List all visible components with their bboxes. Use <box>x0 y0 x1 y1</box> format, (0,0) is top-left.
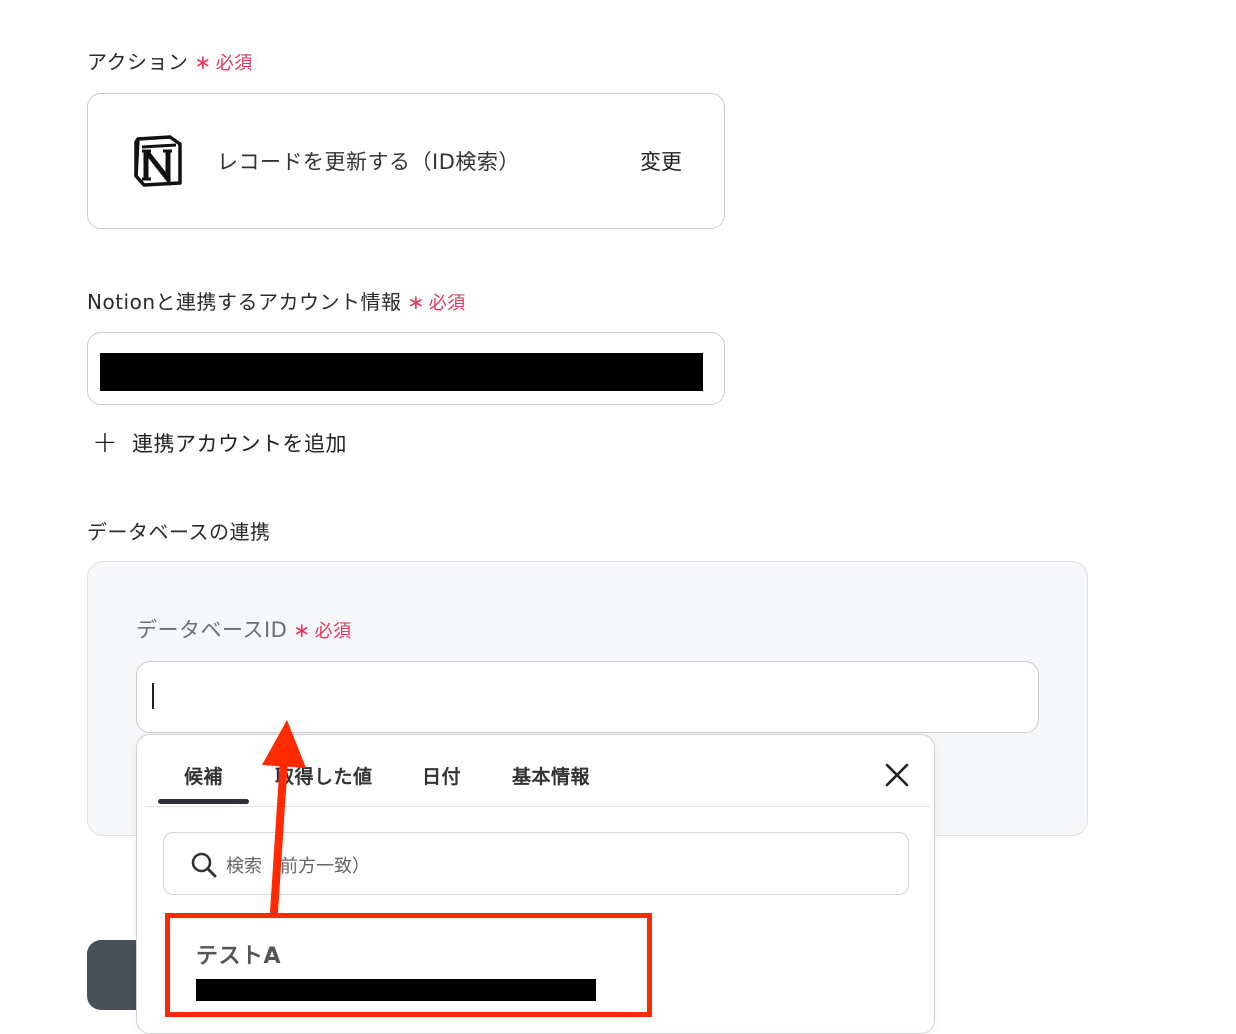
tab-date[interactable]: 日付 <box>422 762 461 789</box>
add-account-label: 連携アカウントを追加 <box>132 432 347 456</box>
add-account-button[interactable]: + 連携アカウントを追加 <box>90 426 347 460</box>
required-badge: ∗ 必須 <box>194 50 253 74</box>
change-action-button[interactable]: 変更 <box>640 146 682 176</box>
required-badge: ∗ 必須 <box>407 290 466 314</box>
tab-basic-info[interactable]: 基本情報 <box>512 762 590 789</box>
notion-logo-icon <box>134 135 182 187</box>
result-title: テストA <box>196 944 282 969</box>
tab-candidates[interactable]: 候補 <box>184 762 223 789</box>
action-label: アクション <box>87 50 189 74</box>
database-id-input[interactable] <box>136 661 1039 733</box>
tab-fetched-values[interactable]: 取得した値 <box>275 762 373 789</box>
account-label-row: Notionと連携するアカウント情報 ∗ 必須 <box>87 286 466 315</box>
redacted-account-value <box>100 353 703 391</box>
database-id-label: データベースID <box>136 618 288 642</box>
redacted-result-id <box>196 979 596 1001</box>
required-badge: ∗ 必須 <box>293 618 352 642</box>
database-id-label-row: データベースID ∗ 必須 <box>136 614 352 644</box>
tabs-divider <box>145 806 930 807</box>
plus-icon: + <box>92 425 118 460</box>
text-caret <box>152 683 154 709</box>
action-value: レコードを更新する（ID検索） <box>217 150 520 174</box>
account-label: Notionと連携するアカウント情報 <box>87 290 402 314</box>
close-icon[interactable] <box>880 758 914 792</box>
active-tab-indicator <box>158 799 249 804</box>
search-icon <box>191 852 217 878</box>
action-label-row: アクション ∗ 必須 <box>87 46 253 75</box>
database-section-title: データベースの連携 <box>87 520 271 544</box>
search-input[interactable] <box>224 848 888 884</box>
